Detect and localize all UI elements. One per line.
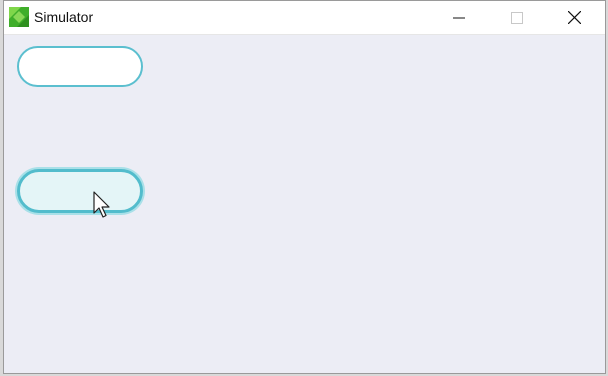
pill-button-2[interactable]	[17, 169, 143, 213]
title-bar[interactable]: Simulator	[4, 1, 605, 35]
maximize-button[interactable]	[488, 1, 546, 34]
minimize-button[interactable]	[430, 1, 488, 34]
close-button[interactable]	[545, 1, 603, 34]
simulator-canvas	[4, 35, 605, 373]
window-title: Simulator	[34, 9, 94, 25]
mouse-cursor-icon	[93, 191, 110, 218]
close-icon	[567, 11, 581, 24]
green-leaf-icon	[9, 7, 29, 27]
minimize-icon	[453, 17, 465, 18]
simulator-window: Simulator	[3, 0, 606, 374]
pill-button-1[interactable]	[17, 46, 143, 87]
maximize-icon	[511, 11, 523, 24]
